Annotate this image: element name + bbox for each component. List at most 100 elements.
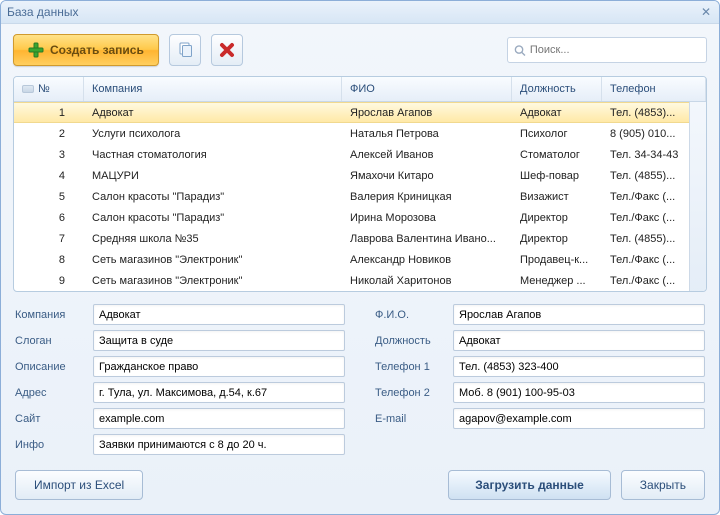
label-slogan: Слоган xyxy=(15,335,93,347)
cell-num: 3 xyxy=(14,149,84,161)
cell-phone: Тел. (4855)... xyxy=(602,170,706,182)
label-phone2: Телефон 2 xyxy=(375,387,453,399)
input-info[interactable] xyxy=(93,434,345,455)
input-position[interactable] xyxy=(453,330,705,351)
col-header-company[interactable]: Компания xyxy=(84,77,342,101)
cell-position: Адвокат xyxy=(512,107,602,119)
cell-fio: Лаврова Валентина Ивано... xyxy=(342,233,512,245)
footer: Импорт из Excel Загрузить данные Закрыть xyxy=(1,460,719,514)
detail-form: Компания Слоган Описание Адрес Сайт Инфо… xyxy=(1,298,719,460)
label-desc: Описание xyxy=(15,361,93,373)
label-info: Инфо xyxy=(15,439,93,451)
cell-position: Директор xyxy=(512,212,602,224)
cell-num: 7 xyxy=(14,233,84,245)
cell-company: Сеть магазинов "Электроник" xyxy=(84,254,342,266)
table-row[interactable]: 9Сеть магазинов "Электроник"Николай Хари… xyxy=(14,270,706,291)
table-row[interactable]: 6Салон красоты "Парадиз"Ирина МорозоваДи… xyxy=(14,207,706,228)
cell-position: Визажист xyxy=(512,191,602,203)
cell-fio: Алексей Иванов xyxy=(342,149,512,161)
cell-num: 9 xyxy=(14,275,84,287)
table-row[interactable]: 1АдвокатЯрослав АгаповАдвокатТел. (4853)… xyxy=(14,102,706,123)
cell-position: Продавец-к... xyxy=(512,254,602,266)
input-desc[interactable] xyxy=(93,356,345,377)
input-slogan[interactable] xyxy=(93,330,345,351)
database-window: База данных ✕ Создать запись № Компания … xyxy=(0,0,720,515)
grid-header: № Компания ФИО Должность Телефон xyxy=(14,77,706,102)
sort-indicator-icon xyxy=(22,85,34,93)
cell-phone: Тел. (4853)... xyxy=(602,107,706,119)
cell-phone: Тел./Факс (... xyxy=(602,212,706,224)
titlebar: База данных ✕ xyxy=(1,1,719,24)
label-company: Компания xyxy=(15,309,93,321)
load-data-button[interactable]: Загрузить данные xyxy=(448,470,611,500)
cell-position: Менеджер ... xyxy=(512,275,602,287)
col-header-num[interactable]: № xyxy=(14,77,84,101)
cell-fio: Валерия Криницкая xyxy=(342,191,512,203)
col-header-fio[interactable]: ФИО xyxy=(342,77,512,101)
grid-body[interactable]: 1АдвокатЯрослав АгаповАдвокатТел. (4853)… xyxy=(14,102,706,292)
table-row[interactable]: 3Частная стоматологияАлексей ИвановСтома… xyxy=(14,144,706,165)
cell-num: 4 xyxy=(14,170,84,182)
cell-position: Шеф-повар xyxy=(512,170,602,182)
cell-fio: Ямахочи Китаро xyxy=(342,170,512,182)
table-row[interactable]: 8Сеть магазинов "Электроник"Александр Но… xyxy=(14,249,706,270)
table-row[interactable]: 7Средняя школа №35Лаврова Валентина Иван… xyxy=(14,228,706,249)
window-title: База данных xyxy=(7,5,699,19)
cell-company: Салон красоты "Парадиз" xyxy=(84,212,342,224)
cell-fio: Ярослав Агапов xyxy=(342,107,512,119)
input-site[interactable] xyxy=(93,408,345,429)
import-excel-button[interactable]: Импорт из Excel xyxy=(15,470,143,500)
input-email[interactable] xyxy=(453,408,705,429)
close-button[interactable]: Закрыть xyxy=(621,470,705,500)
cell-phone: 8 (905) 010... xyxy=(602,128,706,140)
delete-button[interactable] xyxy=(211,34,243,66)
input-company[interactable] xyxy=(93,304,345,325)
cell-position: Психолог xyxy=(512,128,602,140)
label-address: Адрес xyxy=(15,387,93,399)
cell-num: 2 xyxy=(14,128,84,140)
cell-position: Директор xyxy=(512,233,602,245)
input-address[interactable] xyxy=(93,382,345,403)
table-row[interactable]: 4МАЦУРИЯмахочи КитароШеф-поварТел. (4855… xyxy=(14,165,706,186)
input-phone1[interactable] xyxy=(453,356,705,377)
create-record-button[interactable]: Создать запись xyxy=(13,34,159,66)
data-grid: № Компания ФИО Должность Телефон 1Адвока… xyxy=(13,76,707,292)
cell-position: Стоматолог xyxy=(512,149,602,161)
cell-phone: Тел./Факс (... xyxy=(602,254,706,266)
col-header-position[interactable]: Должность xyxy=(512,77,602,101)
table-row[interactable]: 5Салон красоты "Парадиз"Валерия Криницка… xyxy=(14,186,706,207)
create-record-label: Создать запись xyxy=(50,43,144,57)
cell-num: 5 xyxy=(14,191,84,203)
input-phone2[interactable] xyxy=(453,382,705,403)
copy-icon xyxy=(176,41,194,59)
cell-company: Частная стоматология xyxy=(84,149,342,161)
toolbar: Создать запись xyxy=(1,24,719,74)
label-fio: Ф.И.О. xyxy=(375,309,453,321)
col-header-phone[interactable]: Телефон xyxy=(602,77,706,101)
cell-company: Сеть магазинов "Электроник" xyxy=(84,275,342,287)
cell-fio: Наталья Петрова xyxy=(342,128,512,140)
cell-fio: Николай Харитонов xyxy=(342,275,512,287)
cell-fio: Александр Новиков xyxy=(342,254,512,266)
input-fio[interactable] xyxy=(453,304,705,325)
cell-num: 8 xyxy=(14,254,84,266)
cell-phone: Тел. (4855)... xyxy=(602,233,706,245)
cell-company: Средняя школа №35 xyxy=(84,233,342,245)
cell-company: Салон красоты "Парадиз" xyxy=(84,191,342,203)
label-phone1: Телефон 1 xyxy=(375,361,453,373)
cell-num: 6 xyxy=(14,212,84,224)
table-row[interactable]: 10Сеть магазинов "Электроник"Юлия Самсон… xyxy=(14,291,706,292)
cell-phone: Тел./Факс (... xyxy=(602,275,706,287)
cell-num: 1 xyxy=(14,107,84,119)
search-box[interactable] xyxy=(507,37,707,63)
table-row[interactable]: 2Услуги психологаНаталья ПетроваПсихолог… xyxy=(14,123,706,144)
copy-button[interactable] xyxy=(169,34,201,66)
label-site: Сайт xyxy=(15,413,93,425)
search-input[interactable] xyxy=(530,44,700,56)
cell-company: Адвокат xyxy=(84,107,342,119)
cell-company: МАЦУРИ xyxy=(84,170,342,182)
cell-company: Услуги психолога xyxy=(84,128,342,140)
cell-phone: Тел. 34-34-43 xyxy=(602,149,706,161)
cell-fio: Ирина Морозова xyxy=(342,212,512,224)
close-icon[interactable]: ✕ xyxy=(699,5,713,19)
